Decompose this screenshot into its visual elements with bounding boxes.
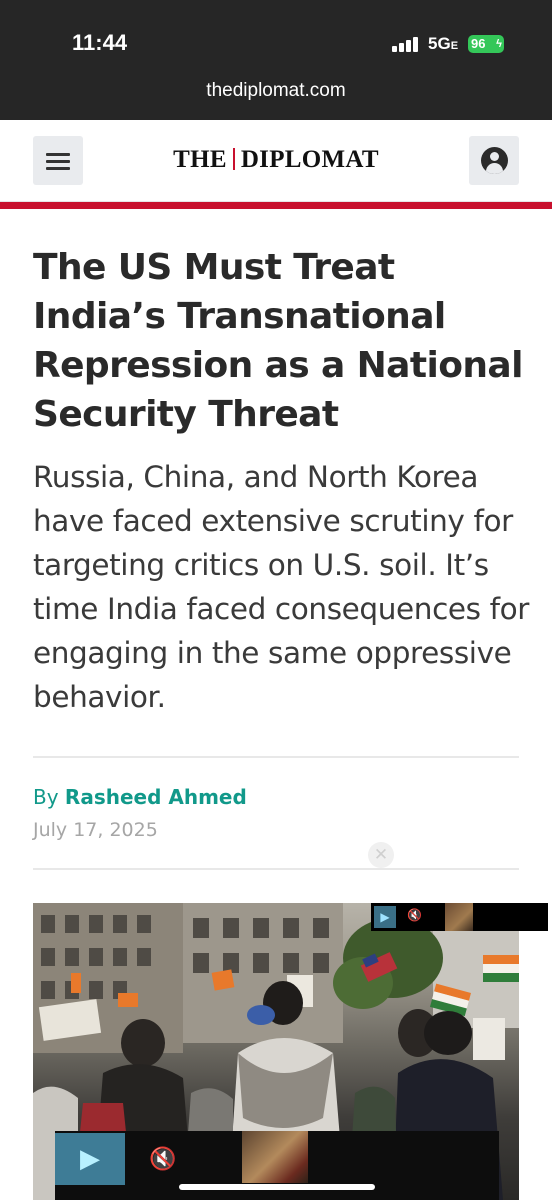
author-link[interactable]: Rasheed Ahmed bbox=[65, 785, 247, 809]
battery-level: 96 bbox=[471, 36, 486, 51]
site-header: THE DIPLOMAT bbox=[0, 120, 552, 202]
battery-indicator: 96 ϟ bbox=[468, 35, 504, 53]
charging-bolt-icon: ϟ bbox=[496, 38, 502, 50]
ad-thumbnail[interactable] bbox=[242, 1131, 308, 1183]
byline-prefix: By bbox=[33, 785, 59, 809]
ad-logo-icon: ▶ bbox=[374, 906, 396, 928]
divider bbox=[33, 756, 519, 758]
header-accent-rule bbox=[0, 202, 552, 209]
player-logo-icon[interactable]: ▶ bbox=[55, 1133, 125, 1185]
user-circle-icon bbox=[481, 147, 508, 174]
status-time: 11:44 bbox=[72, 30, 128, 55]
cellular-signal-icon bbox=[392, 36, 422, 52]
video-ad-mini[interactable]: ▶ 🔇 bbox=[371, 903, 548, 931]
byline: By Rasheed Ahmed bbox=[33, 785, 247, 809]
article-headline: The US Must Treat India’s Transnational … bbox=[33, 247, 523, 435]
mute-icon[interactable]: 🔇 bbox=[407, 908, 422, 922]
status-bar: 11:44 5GE 96 ϟ bbox=[0, 0, 552, 70]
home-indicator[interactable] bbox=[179, 1184, 375, 1190]
divider bbox=[33, 868, 519, 870]
account-button[interactable] bbox=[469, 136, 519, 185]
network-type: 5GE bbox=[428, 34, 459, 53]
ad-close-icon[interactable]: ✕ bbox=[368, 842, 394, 868]
article-dek: Russia, China, and North Korea have face… bbox=[33, 460, 529, 714]
ad-thumbnail[interactable] bbox=[445, 903, 473, 931]
publish-date: July 17, 2025 bbox=[33, 819, 158, 841]
browser-url-bar[interactable]: thediplomat.com bbox=[0, 70, 552, 120]
url-text[interactable]: thediplomat.com bbox=[0, 80, 552, 102]
mute-icon[interactable]: 🔇 bbox=[149, 1147, 176, 1172]
